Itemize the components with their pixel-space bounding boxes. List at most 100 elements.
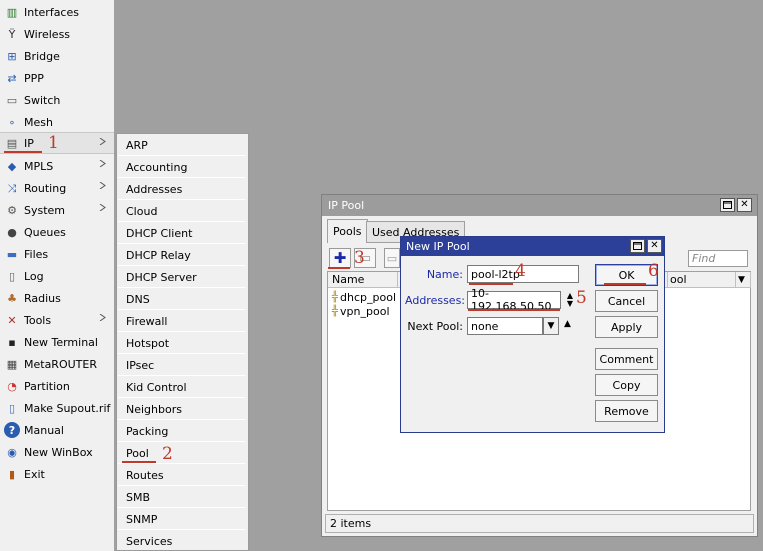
menu-item-mesh[interactable]: ∘ Mesh [0, 111, 114, 133]
cancel-button[interactable]: Cancel [595, 290, 658, 312]
tools-icon: ✕ [7, 313, 17, 327]
column-header-next-pool[interactable]: ool [668, 272, 736, 288]
metarouter-icon: ▦ [6, 357, 18, 371]
menu-item-new-winbox[interactable]: ◉ New WinBox [0, 441, 114, 463]
submenu-item-cloud[interactable]: Cloud [118, 201, 245, 222]
menu-item-files[interactable]: ▬ Files [0, 243, 114, 265]
submenu-item-ipsec[interactable]: IPsec [118, 355, 245, 376]
main-menu: ▥ Interfaces Ÿ Wireless ⊞ Bridge ⇄ PPP ▭… [0, 0, 115, 551]
next-pool-dropdown-button[interactable]: ▼ [543, 317, 559, 335]
submenu-item-dhcp-relay[interactable]: DHCP Relay [118, 245, 245, 266]
menu-item-routing[interactable]: ⤨ Routing [0, 177, 114, 199]
addresses-updown[interactable]: ▲ ▼ [565, 292, 575, 308]
menu-item-label: Wireless [24, 27, 71, 41]
add-button[interactable]: ✚ [329, 248, 351, 268]
submenu-item-packing[interactable]: Packing [118, 421, 245, 442]
submenu-arrow-icon [99, 314, 106, 321]
tab-pools[interactable]: Pools [327, 219, 368, 243]
dialog-maximize-button[interactable] [630, 239, 645, 253]
menu-item-wireless[interactable]: Ÿ Wireless [0, 23, 114, 45]
maximize-button[interactable] [720, 198, 735, 212]
dialog-close-button[interactable]: ✕ [647, 239, 662, 253]
submenu-item-dhcp-client[interactable]: DHCP Client [118, 223, 245, 244]
menu-item-label: System [24, 203, 66, 217]
menu-item-exit[interactable]: ▮ Exit [0, 463, 114, 485]
row-name: dhcp_pool [340, 290, 397, 304]
name-label: Name: [426, 268, 463, 281]
table-row[interactable]: ╬ vpn_pool [328, 304, 390, 318]
terminal-icon: ▪ [8, 335, 16, 349]
submenu-item-hotspot[interactable]: Hotspot [118, 333, 245, 354]
menu-item-partition[interactable]: ◔ Partition [0, 375, 114, 397]
plus-icon: ✚ [333, 248, 347, 267]
menu-item-manual[interactable]: ? Manual [0, 419, 114, 441]
dialog-title: New IP Pool [406, 240, 470, 253]
wireless-icon: Ÿ [8, 27, 16, 41]
menu-item-tools[interactable]: ✕ Tools [0, 309, 114, 331]
menu-item-interfaces[interactable]: ▥ Interfaces [0, 1, 114, 23]
column-header-name[interactable]: Name [328, 272, 398, 288]
menu-item-make-supout[interactable]: ▯ Make Supout.rif [0, 397, 114, 419]
annotation-underline [469, 283, 513, 285]
submenu-item-routes[interactable]: Routes [118, 465, 245, 486]
find-input[interactable]: Find [688, 250, 748, 267]
submenu-item-smb[interactable]: SMB [118, 487, 245, 508]
menu-item-mpls[interactable]: ◆ MPLS [0, 155, 114, 177]
menu-item-queues[interactable]: ● Queues [0, 221, 114, 243]
annotation-underline [468, 309, 560, 311]
submenu-item-dhcp-server[interactable]: DHCP Server [118, 267, 245, 288]
menu-item-system[interactable]: ⚙ System [0, 199, 114, 221]
partition-icon: ◔ [7, 379, 17, 393]
dropdown-arrow-icon: ▼ [547, 321, 555, 331]
ip-icon: ▤ [6, 136, 18, 150]
menu-item-label: New WinBox [24, 445, 93, 459]
submenu-item-arp[interactable]: ARP [118, 135, 245, 156]
next-pool-label: Next Pool: [407, 320, 463, 333]
columns-dropdown[interactable]: ▼ [736, 272, 751, 288]
dialog-titlebar[interactable]: New IP Pool [401, 237, 664, 256]
ip-pool-titlebar[interactable]: IP Pool [322, 195, 757, 216]
menu-item-metarouter[interactable]: ▦ MetaROUTER [0, 353, 114, 375]
interfaces-icon: ▥ [6, 5, 18, 19]
menu-item-log[interactable]: ▯ Log [0, 265, 114, 287]
next-pool-collapse-arrow[interactable]: ▲ [564, 319, 571, 329]
menu-item-switch[interactable]: ▭ Switch [0, 89, 114, 111]
comment-button[interactable]: Comment [595, 348, 658, 370]
pool-icon: ╬ [332, 291, 339, 303]
copy-button[interactable]: Copy [595, 374, 658, 396]
next-pool-select[interactable]: none [467, 317, 543, 335]
menu-item-label: Tools [24, 313, 52, 327]
ppp-icon: ⇄ [7, 71, 17, 85]
comment-toolbar-button[interactable]: ▭ [384, 248, 400, 268]
submenu-arrow-icon [99, 138, 106, 145]
annotation-6: 6 [648, 261, 659, 281]
submenu-item-kid-control[interactable]: Kid Control [118, 377, 245, 398]
addresses-field[interactable]: 10-192.168.50.50 [467, 287, 561, 313]
ip-submenu: ARP Accounting Addresses Cloud DHCP Clie… [116, 133, 249, 551]
switch-icon: ▭ [6, 93, 18, 107]
menu-item-label: IP [24, 136, 34, 150]
remove-dialog-button[interactable]: Remove [595, 400, 658, 422]
submenu-item-snmp[interactable]: SNMP [118, 509, 245, 530]
menu-item-radius[interactable]: ♣ Radius [0, 287, 114, 309]
menu-item-new-terminal[interactable]: ▪ New Terminal [0, 331, 114, 353]
submenu-item-addresses[interactable]: Addresses [118, 179, 245, 200]
close-button[interactable]: ✕ [737, 198, 752, 212]
annotation-5: 5 [576, 288, 587, 308]
table-row[interactable]: ╬ dhcp_pool [328, 290, 396, 304]
submenu-item-accounting[interactable]: Accounting [118, 157, 245, 178]
submenu-item-dns[interactable]: DNS [118, 289, 245, 310]
menu-item-ppp[interactable]: ⇄ PPP [0, 67, 114, 89]
supout-icon: ▯ [8, 401, 16, 415]
submenu-item-neighbors[interactable]: Neighbors [118, 399, 245, 420]
window-title: IP Pool [328, 199, 365, 212]
submenu-item-firewall[interactable]: Firewall [118, 311, 245, 332]
maximize-icon [723, 201, 732, 209]
annotation-underline [604, 283, 646, 285]
menu-item-bridge[interactable]: ⊞ Bridge [0, 45, 114, 67]
menu-item-label: Exit [24, 467, 45, 481]
apply-button[interactable]: Apply [595, 316, 658, 338]
down-arrow-icon[interactable]: ▼ [565, 300, 575, 308]
submenu-item-services[interactable]: Services [118, 531, 245, 551]
dropdown-arrow-icon: ▼ [738, 274, 745, 285]
